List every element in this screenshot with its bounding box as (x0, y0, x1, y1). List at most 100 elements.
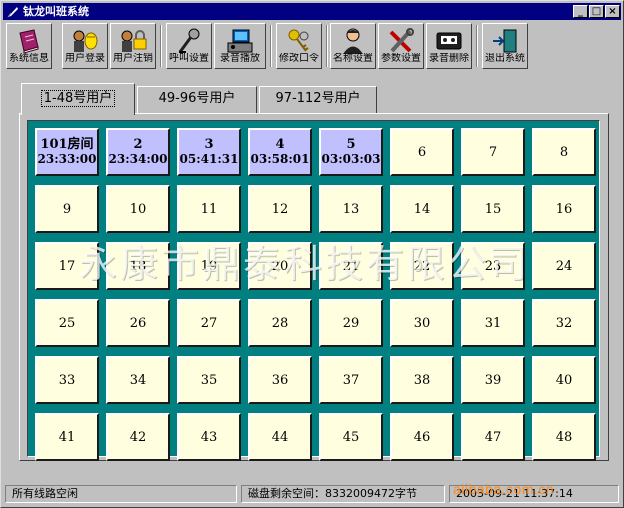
system-info-button[interactable]: 系统信息 (6, 23, 52, 69)
room-cell[interactable]: 14 (390, 185, 454, 233)
feather-icon (7, 7, 18, 18)
book-icon (19, 29, 39, 54)
room-cell[interactable]: 5 03:03:03 (319, 128, 383, 176)
room-cell[interactable]: 16 (532, 185, 596, 233)
room-cell[interactable]: 38 (390, 356, 454, 404)
room-cell[interactable]: 4 03:58:01 (248, 128, 312, 176)
user-logout-button[interactable]: 用户注销 (110, 23, 156, 69)
room-cell[interactable]: 24 (532, 242, 596, 290)
room-cell[interactable]: 31 (461, 299, 525, 347)
parameter-settings-button[interactable]: 参数设置 (378, 23, 424, 69)
room-cell[interactable]: 25 (35, 299, 99, 347)
room-number: 29 (342, 315, 360, 331)
room-number: 10 (129, 201, 147, 217)
room-number: 18 (129, 258, 147, 274)
room-cell[interactable]: 39 (461, 356, 525, 404)
tab-users-1-48[interactable]: 1-48号用户 (21, 83, 135, 115)
room-cell[interactable]: 27 (177, 299, 241, 347)
room-cell[interactable]: 34 (106, 356, 170, 404)
room-cell[interactable]: 11 (177, 185, 241, 233)
room-cell[interactable]: 23 (461, 242, 525, 290)
user-login-icon (73, 30, 98, 52)
room-number: 35 (200, 372, 218, 388)
call-settings-button[interactable]: 呼叫设置 (166, 23, 212, 69)
room-number: 39 (484, 372, 502, 388)
toolbar-label: 录音播放 (220, 53, 260, 64)
room-number: 30 (413, 315, 431, 331)
room-cell[interactable]: 36 (248, 356, 312, 404)
microphone-icon (178, 28, 200, 53)
room-cell[interactable]: 8 (532, 128, 596, 176)
room-cell[interactable]: 19 (177, 242, 241, 290)
room-cell[interactable]: 28 (248, 299, 312, 347)
record-delete-button[interactable]: 录音删除 (426, 23, 472, 69)
tab-users-49-96[interactable]: 49-96号用户 (137, 86, 257, 113)
room-number: 17 (58, 258, 76, 274)
toolbar-label: 退出系统 (485, 53, 525, 64)
room-cell[interactable]: 7 (461, 128, 525, 176)
room-cell[interactable]: 43 (177, 413, 241, 461)
room-cell[interactable]: 6 (390, 128, 454, 176)
room-cell[interactable]: 37 (319, 356, 383, 404)
toolbar-separator (270, 25, 272, 67)
room-cell[interactable]: 47 (461, 413, 525, 461)
room-cell[interactable]: 33 (35, 356, 99, 404)
room-number: 40 (555, 372, 573, 388)
room-number: 38 (413, 372, 431, 388)
line-status: 所有线路空闲 (5, 485, 237, 503)
name-settings-button[interactable]: 名称设置 (330, 23, 376, 69)
room-cell[interactable]: 12 (248, 185, 312, 233)
disk-space-status: 磁盘剩余空间：8332009472字节 (241, 485, 445, 503)
toolbar-separator (476, 25, 478, 67)
room-cell[interactable]: 45 (319, 413, 383, 461)
tab-users-97-112[interactable]: 97-112号用户 (259, 86, 377, 113)
close-button[interactable]: × (605, 5, 620, 18)
call-time: 03:58:01 (250, 152, 310, 166)
room-cell[interactable]: 44 (248, 413, 312, 461)
room-cell[interactable]: 46 (390, 413, 454, 461)
room-cell[interactable]: 101房间 23:33:00 (35, 128, 99, 176)
room-number: 47 (484, 429, 502, 445)
room-number: 42 (129, 429, 147, 445)
user-login-button[interactable]: 用户登录 (62, 23, 108, 69)
room-number: 27 (200, 315, 218, 331)
room-cell[interactable]: 40 (532, 356, 596, 404)
room-cell[interactable]: 48 (532, 413, 596, 461)
room-number: 26 (129, 315, 147, 331)
room-number: 23 (484, 258, 502, 274)
room-cell[interactable]: 29 (319, 299, 383, 347)
call-time: 05:41:31 (179, 152, 239, 166)
room-cell[interactable]: 26 (106, 299, 170, 347)
room-cell[interactable]: 9 (35, 185, 99, 233)
room-cell[interactable]: 22 (390, 242, 454, 290)
room-cell[interactable]: 18 (106, 242, 170, 290)
maximize-button[interactable]: □ (589, 5, 604, 18)
exit-system-button[interactable]: 退出系统 (482, 23, 528, 69)
room-cell[interactable]: 35 (177, 356, 241, 404)
room-number: 21 (342, 258, 360, 274)
keys-icon (288, 29, 309, 52)
room-cell[interactable]: 2 23:34:00 (106, 128, 170, 176)
room-cell[interactable]: 30 (390, 299, 454, 347)
room-cell[interactable]: 3 05:41:31 (177, 128, 241, 176)
room-cell[interactable]: 41 (35, 413, 99, 461)
change-password-button[interactable]: 修改口令 (276, 23, 322, 69)
toolbar-label: 用户注销 (113, 53, 153, 64)
room-cell[interactable]: 13 (319, 185, 383, 233)
room-cell[interactable]: 21 (319, 242, 383, 290)
room-number: 3 (204, 137, 214, 152)
room-cell[interactable]: 20 (248, 242, 312, 290)
toolbar-label: 录音删除 (429, 53, 469, 64)
tape-icon (436, 32, 462, 50)
room-cell[interactable]: 17 (35, 242, 99, 290)
title-bar[interactable]: 钛龙叫班系统 _ □ × (3, 3, 621, 20)
room-cell[interactable]: 42 (106, 413, 170, 461)
minimize-button[interactable]: _ (573, 5, 588, 18)
room-cell[interactable]: 10 (106, 185, 170, 233)
room-cell[interactable]: 32 (532, 299, 596, 347)
room-number: 33 (58, 372, 76, 388)
room-cell[interactable]: 15 (461, 185, 525, 233)
record-playback-button[interactable]: 录音播放 (214, 23, 266, 69)
room-number: 5 (346, 137, 356, 152)
app-window: 钛龙叫班系统 _ □ × 系统信息 用户登录 用户注销 呼叫设置 录音播放 修改… (0, 0, 624, 508)
